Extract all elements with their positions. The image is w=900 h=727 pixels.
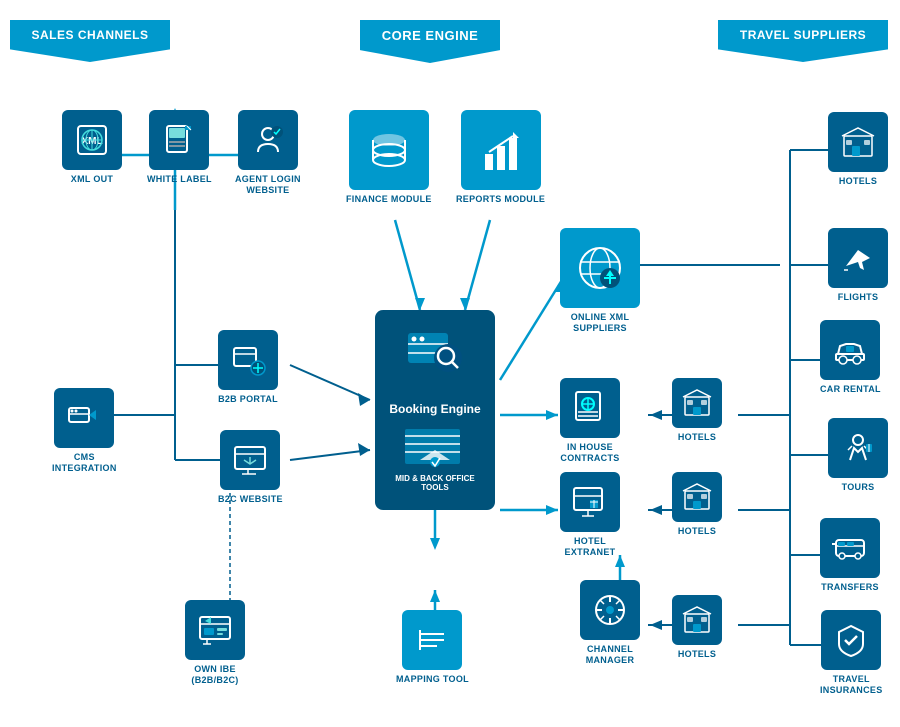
transfers-supplier-label: TRANSFERS	[821, 582, 879, 593]
finance-module-box: FINANCE MODULE	[346, 110, 432, 205]
white-label-label: WHITE LABEL	[147, 174, 212, 185]
car-rental-supplier-box: CAR RENTAL	[820, 320, 881, 395]
online-xml-suppliers-box: ONLINE XML SUPPLIERS	[560, 228, 640, 334]
hotel-extranet-icon	[560, 472, 620, 532]
diagram: SALES CHANNELS CORE ENGINE TRAVEL SUPPLI…	[0, 0, 900, 727]
mapping-tool-label: MAPPING TOOL	[396, 674, 469, 685]
b2c-website-box: B2C WEBSITE	[218, 430, 283, 505]
flights-supplier-box: FLIGHTS	[828, 228, 888, 303]
hotels-supplier-label: HOTELS	[839, 176, 877, 187]
car-rental-supplier-label: CAR RENTAL	[820, 384, 881, 395]
travel-insurances-supplier-label: TRAVEL INSURANCES	[820, 674, 883, 696]
reports-module-box: REPORTS MODULE	[456, 110, 545, 205]
b2b-portal-box: B2B PORTAL	[218, 330, 278, 405]
tours-supplier-label: TOURS	[842, 482, 875, 493]
finance-module-label: FINANCE MODULE	[346, 194, 432, 205]
xml-out-icon: XML	[62, 110, 122, 170]
travel-suppliers-banner: TRAVEL SUPPLIERS	[718, 20, 888, 62]
b2b-portal-label: B2B PORTAL	[218, 394, 278, 405]
online-xml-suppliers-label: ONLINE XML SUPPLIERS	[571, 312, 630, 334]
mid-back-office-label: MID & BACK OFFICE TOOLS	[385, 474, 485, 492]
flights-supplier-icon	[828, 228, 888, 288]
hotels-middle2-icon	[672, 472, 722, 522]
own-ibe-box: OWN IBE (B2B/B2C)	[185, 600, 245, 686]
booking-engine-box: Booking Engine MID & BACK OFFICE TOOLS	[375, 310, 495, 510]
hotels-middle2-box: HOTELS	[672, 472, 722, 537]
b2c-website-label: B2C WEBSITE	[218, 494, 283, 505]
agent-login-icon	[238, 110, 298, 170]
xml-out-box: XML XML OUT	[62, 110, 122, 185]
core-engine-banner: CORE ENGINE	[360, 20, 500, 63]
b2b-portal-icon	[218, 330, 278, 390]
reports-module-label: REPORTS MODULE	[456, 194, 545, 205]
hotels-middle1-label: HOTELS	[678, 432, 716, 443]
mapping-tool-box: MAPPING TOOL	[396, 610, 469, 685]
travel-insurances-supplier-icon	[821, 610, 881, 670]
hotel-extranet-box: HOTEL EXTRANET	[560, 472, 620, 558]
cms-integration-box: CMS INTEGRATION	[52, 388, 117, 474]
white-label-box: WHITE LABEL	[147, 110, 212, 185]
white-label-icon	[149, 110, 209, 170]
xml-out-label: XML OUT	[71, 174, 113, 185]
in-house-contracts-label: IN HOUSE CONTRACTS	[560, 442, 619, 464]
tours-supplier-icon	[828, 418, 888, 478]
tours-supplier-box: TOURS	[828, 418, 888, 493]
transfers-supplier-icon	[820, 518, 880, 578]
hotels-middle1-box: HOTELS	[672, 378, 722, 443]
hotels-middle2-label: HOTELS	[678, 526, 716, 537]
hotel-extranet-label: HOTEL EXTRANET	[565, 536, 616, 558]
mapping-tool-icon	[402, 610, 462, 670]
b2c-website-icon	[220, 430, 280, 490]
in-house-contracts-icon	[560, 378, 620, 438]
agent-login-box: AGENT LOGIN WEBSITE	[235, 110, 301, 196]
channel-manager-label: CHANNEL MANAGER	[586, 644, 635, 666]
hotels-supplier-box: HOTELS	[828, 112, 888, 187]
cms-integration-label: CMS INTEGRATION	[52, 452, 117, 474]
online-xml-suppliers-icon	[560, 228, 640, 308]
reports-module-icon	[461, 110, 541, 190]
finance-module-icon	[349, 110, 429, 190]
transfers-supplier-box: TRANSFERS	[820, 518, 880, 593]
travel-insurances-supplier-box: TRAVEL INSURANCES	[820, 610, 883, 696]
booking-engine-label: Booking Engine	[389, 402, 480, 416]
agent-login-label: AGENT LOGIN WEBSITE	[235, 174, 301, 196]
hotels-middle1-icon	[672, 378, 722, 428]
sales-channels-banner: SALES CHANNELS	[10, 20, 170, 62]
own-ibe-icon	[185, 600, 245, 660]
channel-manager-icon	[580, 580, 640, 640]
channel-manager-box: CHANNEL MANAGER	[580, 580, 640, 666]
flights-supplier-label: FLIGHTS	[838, 292, 879, 303]
hotels-middle3-label: HOTELS	[678, 649, 716, 660]
hotels-middle3-icon	[672, 595, 722, 645]
hotels-middle3-box: HOTELS	[672, 595, 722, 660]
in-house-contracts-box: IN HOUSE CONTRACTS	[560, 378, 620, 464]
cms-integration-icon	[54, 388, 114, 448]
car-rental-supplier-icon	[820, 320, 880, 380]
hotels-supplier-icon	[828, 112, 888, 172]
own-ibe-label: OWN IBE (B2B/B2C)	[191, 664, 238, 686]
